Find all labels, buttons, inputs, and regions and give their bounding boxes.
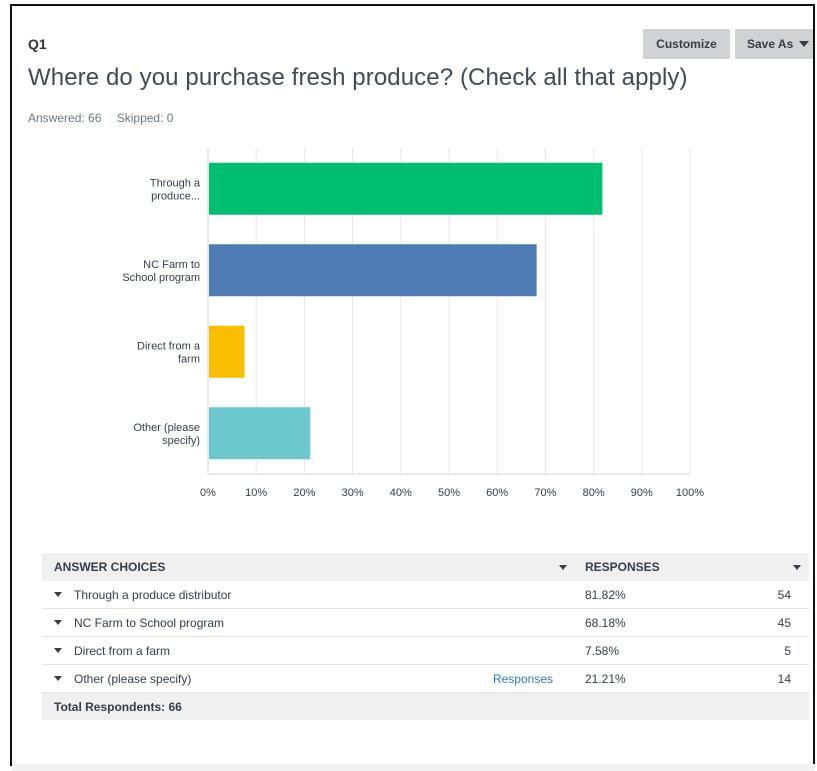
category-label: specify)	[162, 435, 200, 447]
response-percent: 68.18%	[585, 615, 626, 630]
x-tick-label: 100%	[676, 487, 704, 499]
answer-choices-header-label: ANSWER CHOICES	[54, 560, 166, 574]
table-header: ANSWER CHOICES RESPONSES	[42, 553, 809, 581]
responses-link[interactable]: Responses	[493, 672, 553, 686]
category-label: Through a	[150, 177, 201, 189]
bar	[209, 325, 245, 378]
x-tick-label: 40%	[390, 487, 412, 499]
expand-caret-icon[interactable]	[54, 648, 62, 653]
x-tick-label: 20%	[293, 487, 315, 499]
response-count: 54	[777, 587, 791, 602]
category-label: NC Farm to	[143, 259, 200, 271]
category-label: Direct from a	[137, 340, 201, 352]
bar	[209, 244, 537, 297]
expand-caret-icon[interactable]	[54, 620, 62, 625]
category-label: farm	[178, 353, 200, 365]
category-label: produce...	[151, 190, 200, 202]
table-row: Through a produce distributor 81.82% 54	[42, 581, 809, 609]
responses-header-label: RESPONSES	[585, 560, 660, 574]
response-count: 45	[777, 615, 791, 630]
category-label: Other (please	[133, 422, 200, 434]
responses-header[interactable]: RESPONSES	[579, 560, 809, 574]
bar	[209, 162, 603, 215]
table-row: Direct from a farm 7.58% 5	[42, 637, 809, 665]
response-percent: 7.58%	[585, 643, 620, 658]
expand-caret-icon[interactable]	[54, 592, 62, 597]
table-row: NC Farm to School program 68.18% 45	[42, 609, 809, 637]
response-count: 14	[777, 671, 791, 686]
bar-chart: 0% 10% 20% 30% 40% 50% 60% 70% 80% 90% 100% Through…	[122, 148, 704, 499]
x-tick-label: 80%	[583, 487, 605, 499]
x-tick-label: 90%	[631, 487, 653, 499]
answer-choice-label: Direct from a farm	[74, 643, 171, 658]
response-count: 5	[784, 643, 791, 658]
x-tick-label: 60%	[486, 487, 508, 499]
bar	[209, 407, 311, 460]
answer-choices-header[interactable]: ANSWER CHOICES	[42, 560, 579, 574]
total-respondents: Total Respondents: 66	[42, 693, 809, 720]
answer-choice-label: Through a produce distributor	[74, 587, 232, 602]
response-percent: 21.21%	[585, 671, 626, 686]
responses-table: ANSWER CHOICES RESPONSES Through a produ…	[42, 553, 809, 720]
x-tick-label: 70%	[534, 487, 556, 499]
table-row: Other (please specify) Responses 21.21% 1…	[42, 665, 809, 693]
x-tick-label: 0%	[200, 487, 216, 499]
expand-caret-icon[interactable]	[54, 676, 62, 681]
sort-caret-icon	[559, 565, 567, 570]
x-tick-label: 30%	[342, 487, 364, 499]
x-tick-label: 50%	[438, 487, 460, 499]
card-footer-strip	[12, 764, 815, 771]
answer-choice-label: Other (please specify)	[74, 671, 192, 686]
x-tick-label: 10%	[245, 487, 267, 499]
category-label: School program	[122, 272, 200, 284]
sort-caret-icon	[793, 565, 801, 570]
answer-choice-label: NC Farm to School program	[74, 615, 225, 630]
response-percent: 81.82%	[585, 587, 626, 602]
